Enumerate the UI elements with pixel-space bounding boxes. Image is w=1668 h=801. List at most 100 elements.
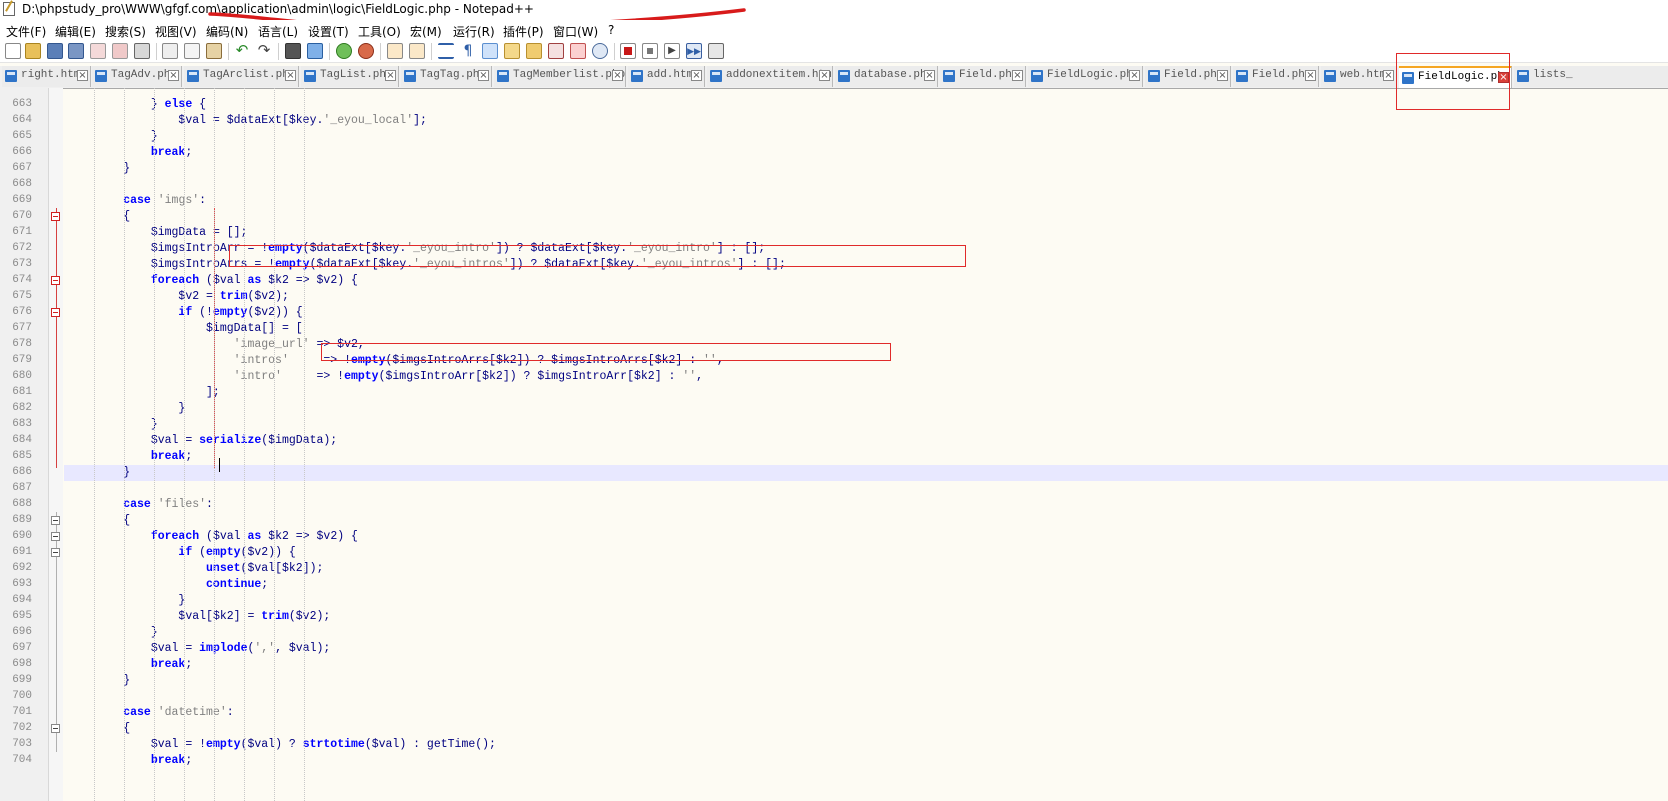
tab-field-php-3[interactable]: Field.php × [1233, 66, 1319, 87]
menu-tools[interactable]: 工具(O) [358, 23, 401, 40]
tab-fieldlogic-php[interactable]: FieldLogic.php × [1028, 66, 1143, 87]
code-line[interactable]: break; [64, 753, 192, 769]
close-icon[interactable] [90, 43, 106, 59]
zoom-out-icon[interactable] [358, 43, 374, 59]
tab-tagmemberlist-php[interactable]: TagMemberlist.php × [494, 66, 626, 87]
code-line[interactable]: 'intro' => !empty($imgsIntroArr[$k2]) ? … [64, 369, 703, 385]
code-line[interactable]: break; [64, 657, 192, 673]
tab-add-htm[interactable]: add.htm × [628, 66, 705, 87]
tab-close-icon[interactable]: × [77, 70, 88, 81]
code-line[interactable]: case 'datetime': [64, 705, 233, 721]
code-line[interactable]: } [64, 417, 158, 433]
monitoring-icon[interactable] [592, 43, 608, 59]
code-line[interactable]: case 'files': [64, 497, 213, 513]
tab-tagtag-php[interactable]: TagTag.php × [401, 66, 492, 87]
word-wrap-icon[interactable] [438, 43, 454, 59]
new-file-icon[interactable] [5, 43, 21, 59]
tab-close-icon[interactable]: × [1129, 70, 1140, 81]
menu-plugins[interactable]: 插件(P) [503, 23, 544, 40]
code-line[interactable]: $imgsIntroArr = !empty($dataExt[$key.'_e… [64, 241, 765, 257]
code-line[interactable]: $imgsIntroArrs = !empty($dataExt[$key.'_… [64, 257, 786, 273]
zoom-in-icon[interactable] [336, 43, 352, 59]
menu-search[interactable]: 搜索(S) [105, 23, 146, 40]
play-macro-icon[interactable]: ▶ [664, 43, 680, 59]
fold-toggle-icon[interactable] [51, 212, 60, 221]
user-language-icon[interactable] [504, 43, 520, 59]
code-line[interactable]: $val = $dataExt[$key.'_eyou_local']; [64, 113, 427, 129]
sync-vertical-icon[interactable] [387, 43, 403, 59]
close-all-icon[interactable] [112, 43, 128, 59]
menu-edit[interactable]: 编辑(E) [55, 23, 96, 40]
fold-toggle-icon[interactable] [51, 308, 60, 317]
tab-lists[interactable]: lists_ [1514, 66, 1668, 87]
print-icon[interactable] [134, 43, 150, 59]
folder-workspace-icon[interactable] [570, 43, 586, 59]
code-line[interactable]: $val = serialize($imgData); [64, 433, 337, 449]
open-file-icon[interactable] [25, 43, 41, 59]
menu-macro[interactable]: 宏(M) [410, 23, 442, 40]
tab-tagadv-php[interactable]: TagAdv.php × [92, 66, 182, 87]
code-line[interactable]: $v2 = trim($v2); [64, 289, 288, 305]
tab-field-php[interactable]: Field.php × [940, 66, 1026, 87]
code-line[interactable] [64, 177, 68, 193]
menu-file[interactable]: 文件(F) [6, 23, 46, 40]
run-macro-multiple-icon[interactable]: ▶▶ [686, 43, 702, 59]
tab-close-icon[interactable]: × [612, 70, 623, 81]
indent-guide-icon[interactable] [482, 43, 498, 59]
menu-help[interactable]: ? [608, 23, 614, 37]
function-list-icon[interactable] [548, 43, 564, 59]
code-line[interactable]: } [64, 129, 158, 145]
code-line[interactable]: break; [64, 449, 192, 465]
tab-close-icon[interactable]: × [924, 70, 935, 81]
code-line[interactable]: foreach ($val as $k2 => $v2) { [64, 273, 358, 289]
copy-icon[interactable] [184, 43, 200, 59]
code-line[interactable]: $val = !empty($val) ? strtotime($val) : … [64, 737, 496, 753]
cut-icon[interactable] [162, 43, 178, 59]
save-icon[interactable] [47, 43, 63, 59]
code-line[interactable]: $imgData = []; [64, 225, 248, 241]
tab-database-php[interactable]: database.php × [835, 66, 938, 87]
fold-toggle-icon[interactable] [51, 532, 60, 541]
code-line[interactable]: if (empty($v2)) { [64, 545, 295, 561]
menu-window[interactable]: 窗口(W) [553, 23, 598, 40]
replace-icon[interactable] [307, 43, 323, 59]
paste-icon[interactable] [206, 43, 222, 59]
tab-taglist-php[interactable]: TagList.php × [301, 66, 399, 87]
tab-close-icon[interactable]: × [691, 70, 702, 81]
show-all-chars-icon[interactable]: ¶ [460, 43, 476, 59]
tab-addonextitem-htm[interactable]: addonextitem.htm × [707, 66, 833, 87]
menu-view[interactable]: 视图(V) [155, 23, 197, 40]
tab-close-icon[interactable]: × [1012, 70, 1023, 81]
code-line[interactable]: $val[$k2] = trim($v2); [64, 609, 330, 625]
redo-icon[interactable]: ↷ [256, 43, 272, 59]
tab-close-icon[interactable]: × [1217, 70, 1228, 81]
tab-tagarclist-php[interactable]: TagArclist.php × [184, 66, 299, 87]
fold-toggle-icon[interactable] [51, 276, 60, 285]
tab-field-php-2[interactable]: Field.php × [1145, 66, 1231, 87]
save-macro-icon[interactable] [708, 43, 724, 59]
code-line[interactable]: unset($val[$k2]); [64, 561, 323, 577]
find-icon[interactable] [285, 43, 301, 59]
fold-toggle-icon[interactable] [51, 724, 60, 733]
code-line[interactable]: } [64, 625, 158, 641]
code-line[interactable]: foreach ($val as $k2 => $v2) { [64, 529, 358, 545]
save-all-icon[interactable] [68, 43, 84, 59]
tab-close-icon[interactable]: × [1305, 70, 1316, 81]
tab-close-icon[interactable]: × [819, 70, 830, 81]
code-line[interactable]: } [64, 673, 130, 689]
stop-record-icon[interactable] [642, 43, 658, 59]
tab-close-icon[interactable]: × [478, 70, 489, 81]
code-line[interactable]: } [64, 161, 130, 177]
code-line[interactable]: 'intros' => !empty($imgsIntroArrs[$k2]) … [64, 353, 724, 369]
code-line[interactable] [64, 481, 68, 497]
code-line[interactable] [64, 689, 68, 705]
tab-close-icon[interactable]: × [1383, 70, 1394, 81]
code-line[interactable]: { [64, 209, 130, 225]
menu-settings[interactable]: 设置(T) [308, 23, 349, 40]
tab-close-icon[interactable]: × [385, 70, 396, 81]
fold-toggle-icon[interactable] [51, 548, 60, 557]
tab-web-htm[interactable]: web.htm × [1321, 66, 1397, 87]
sync-horizontal-icon[interactable] [409, 43, 425, 59]
tab-close-icon[interactable]: × [168, 70, 179, 81]
undo-icon[interactable]: ↶ [234, 43, 250, 59]
